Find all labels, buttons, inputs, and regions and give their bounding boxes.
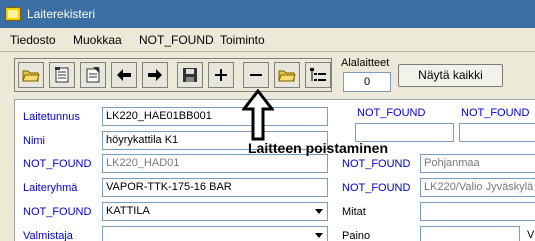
nimi-label: Nimi (23, 135, 45, 147)
laitetunnus-field[interactable]: LK220_HAE01BB001 (102, 107, 328, 126)
menu-not-found[interactable]: NOT_FOUND (139, 33, 214, 47)
valmistaja-combo[interactable] (102, 226, 328, 241)
chevron-down-icon[interactable] (311, 203, 327, 220)
show-all-button[interactable]: Näytä kaikki (398, 64, 503, 87)
alalaitteet-count: 0 (343, 72, 391, 92)
mitat-label: Mitat (342, 206, 366, 218)
right-top-field-2[interactable] (459, 123, 535, 142)
right-not-found-field-1[interactable]: Pohjanmaa (420, 154, 535, 173)
edge-label: V (527, 229, 535, 241)
valmistaja-label: Valmistaja (23, 230, 73, 241)
laiteryhma-label: Laiteryhmä (23, 182, 78, 194)
annotation-caption: Laitteen poistaminen (248, 140, 389, 156)
paino-field[interactable] (420, 226, 520, 241)
edit-icon (86, 67, 100, 83)
edit-button[interactable] (80, 62, 106, 88)
menu-muokkaa[interactable]: Muokkaa (73, 33, 122, 47)
delete-button[interactable] (243, 62, 269, 88)
tree-view-button[interactable] (305, 62, 331, 88)
minus-icon (250, 74, 262, 76)
form-panel: Laitetunnus LK220_HAE01BB001 Nimi höyryk… (14, 99, 535, 241)
mitat-field[interactable] (420, 202, 535, 221)
folder-icon (5, 7, 21, 21)
open-button[interactable] (274, 62, 300, 88)
not-found-combo-2-value: KATTILA (106, 205, 150, 217)
toolbar-button-group (14, 58, 332, 92)
title-bar: Laiterekisteri (0, 0, 535, 28)
not-found-combo-2[interactable]: KATTILA (102, 202, 328, 221)
folder-open-icon (278, 70, 296, 82)
plus-icon (215, 69, 227, 81)
right-not-found-label-1: NOT_FOUND (342, 158, 411, 170)
annotation-arrow-icon (242, 89, 274, 141)
right-not-found-label-2: NOT_FOUND (342, 182, 411, 194)
open-folder-button[interactable] (18, 62, 44, 88)
open-folder-icon (22, 70, 40, 82)
not-found-label-1: NOT_FOUND (23, 158, 92, 170)
not-found-field-1[interactable]: LK220_HAD01 (102, 154, 328, 173)
paino-label: Paino (342, 230, 371, 241)
menu-toiminto[interactable]: Toiminto (220, 33, 265, 47)
laitetunnus-label: Laitetunnus (23, 111, 80, 123)
arrow-left-icon (117, 69, 131, 81)
properties-icon (55, 67, 69, 83)
menu-bar: Tiedosto Muokkaa NOT_FOUND Toiminto (0, 28, 535, 52)
add-button[interactable] (208, 62, 234, 88)
previous-button[interactable] (111, 62, 137, 88)
right-top-label-2: NOT_FOUND (461, 107, 530, 119)
window-title: Laiterekisteri (27, 7, 96, 21)
alalaitteet-label: Alalaitteet (341, 57, 390, 69)
menu-tiedosto[interactable]: Tiedosto (10, 33, 56, 47)
tree-list-icon (310, 68, 326, 81)
laiteryhma-field[interactable]: VAPOR-TTK-175-16 BAR (102, 178, 328, 197)
next-button[interactable] (142, 62, 168, 88)
save-button[interactable] (177, 62, 203, 88)
not-found-label-2: NOT_FOUND (23, 206, 92, 218)
right-top-label-1: NOT_FOUND (357, 107, 426, 119)
right-not-found-field-2[interactable]: LK220/Valio Jyväskylä (420, 178, 535, 197)
arrow-right-icon (148, 69, 162, 81)
save-icon (183, 68, 197, 82)
properties-button[interactable] (49, 62, 75, 88)
chevron-down-icon[interactable] (311, 227, 327, 241)
